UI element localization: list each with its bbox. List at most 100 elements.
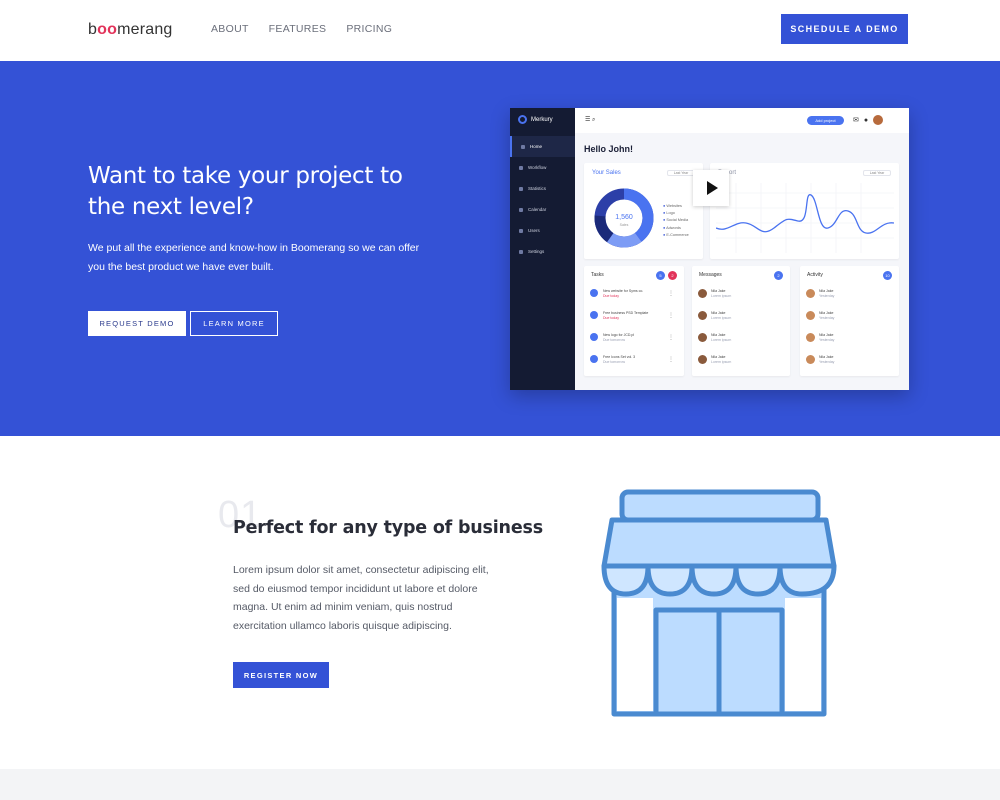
mockup-menu-home: Home (510, 136, 575, 157)
more-icon: ⋮ (668, 357, 674, 363)
mockup-menu-search-icon: ☰ ⌕ (585, 117, 596, 123)
more-icon: ⋮ (668, 291, 674, 297)
mockup-topbar-icons: ✉ ● (853, 115, 884, 125)
nav-features[interactable]: FEATURES (269, 23, 327, 35)
task-row: Free Icons Set vol. 3 Due tomorrow ⋮ (590, 354, 678, 368)
task-status-icon (590, 289, 598, 297)
request-demo-button[interactable]: REQUEST DEMO (88, 311, 186, 336)
learn-more-button[interactable]: LEARN MORE (190, 311, 278, 336)
logo-prefix: b (88, 21, 98, 38)
avatar (806, 311, 815, 320)
mockup-menu-workflow: Workflow (510, 157, 575, 178)
activity-text: Nila Jake (819, 289, 834, 293)
mockup-bell-icon: ● (863, 116, 869, 124)
avatar (698, 289, 707, 298)
play-icon (707, 181, 718, 195)
site-header: boomerang ABOUT FEATURES PRICING SCHEDUL… (0, 0, 1000, 61)
mockup-greeting: Hello John! (584, 144, 633, 154)
activity-time: Yesterday (819, 316, 835, 320)
play-video-button[interactable] (693, 170, 729, 206)
task-status-icon (590, 333, 598, 341)
sales-legend-item: E-Commerce (663, 232, 688, 239)
report-line-chart (716, 183, 894, 253)
task-meta: Due today (603, 294, 619, 298)
mockup-avatar (873, 115, 884, 125)
footer-band (0, 769, 1000, 800)
avatar (806, 289, 815, 298)
mockup-activity-card: Activity 10 Nila Jake Yesterday Nila Jake… (800, 266, 899, 376)
schedule-demo-button[interactable]: SCHEDULE A DEMO (781, 14, 908, 44)
mockup-logo-icon (518, 115, 527, 124)
task-row: New logo for JCD.pl Due tomorrow ⋮ (590, 332, 678, 346)
activity-text: Nila Jake (819, 355, 834, 359)
message-sender: Nila Jake (711, 333, 726, 337)
mockup-add-project-button: Add project (807, 116, 844, 125)
mockup-messages-card: Messages 2 Nila Jake Lorem ipsum Nila Jak… (692, 266, 790, 376)
task-status-icon (590, 311, 598, 319)
message-sender: Nila Jake (711, 355, 726, 359)
task-status-icon (590, 355, 598, 363)
logo[interactable]: boomerang (88, 21, 173, 39)
mockup-sales-card: Your Sales Last Year 1,560 Sales Website… (584, 163, 703, 259)
sales-center-label: Sales (620, 223, 629, 227)
activity-row: Nila Jake Yesterday (806, 332, 894, 346)
hero-title: Want to take your project to the next le… (88, 163, 403, 220)
message-preview: Lorem ipsum (711, 360, 732, 364)
store-icon (601, 489, 837, 717)
dashboard-mockup: Merkury Home Workflow Statistics Calenda… (510, 108, 909, 390)
mockup-menu: Home Workflow Statistics Calendar Users … (510, 136, 575, 262)
sales-legend-item: Adwords (663, 225, 689, 232)
activity-text: Nila Jake (819, 311, 834, 315)
logo-oo: oo (97, 21, 118, 38)
avatar (806, 333, 815, 342)
feature-text: Lorem ipsum dolor sit amet, consectetur … (233, 564, 489, 632)
messages-badge: 2 (774, 271, 783, 280)
nav-pricing[interactable]: PRICING (346, 23, 392, 35)
activity-time: Yesterday (819, 294, 835, 298)
sales-center-value: 1,560 (615, 214, 633, 221)
message-row: Nila Jake Lorem ipsum (698, 354, 786, 368)
task-meta: Due today (603, 316, 619, 320)
task-text: New website for Syms co. (603, 289, 644, 293)
sales-legend: Websites Logo Social Media Adwords E-Com… (663, 203, 689, 239)
message-preview: Lorem ipsum (711, 316, 732, 320)
activity-row: Nila Jake Yesterday (806, 310, 894, 324)
main-nav: ABOUT FEATURES PRICING (211, 23, 412, 35)
more-icon: ⋮ (668, 313, 674, 319)
more-icon: ⋮ (668, 335, 674, 341)
sales-legend-item: Websites (663, 203, 689, 210)
activity-time: Yesterday (819, 360, 835, 364)
sales-legend-item: Logo (663, 210, 689, 217)
message-sender: Nila Jake (711, 311, 726, 315)
report-card-dropdown: Last Year (863, 170, 891, 176)
activity-row: Nila Jake Yesterday (806, 354, 894, 368)
mockup-tasks-card: Tasks 5 2 New website for Syms co. Due to… (584, 266, 684, 376)
activity-title: Activity (807, 272, 823, 278)
tasks-title: Tasks (591, 272, 604, 278)
sales-card-dropdown: Last Year (667, 170, 695, 176)
message-preview: Lorem ipsum (711, 338, 732, 342)
task-row: New website for Syms co. Due today ⋮ (590, 288, 678, 302)
mockup-topbar: ☰ ⌕ Add project ✉ ● (575, 108, 909, 133)
activity-time: Yesterday (819, 338, 835, 342)
task-row: Free business PSD Template Due today ⋮ (590, 310, 678, 324)
logo-suffix: merang (117, 21, 173, 38)
avatar (698, 355, 707, 364)
mockup-menu-users: Users (510, 220, 575, 241)
sales-donut-chart: 1,560 Sales (594, 188, 654, 248)
task-meta: Due tomorrow (603, 360, 625, 364)
message-preview: Lorem ipsum (711, 294, 732, 298)
mockup-brand-name: Merkury (531, 116, 553, 123)
tasks-badge: 5 (656, 271, 665, 280)
message-row: Nila Jake Lorem ipsum (698, 310, 786, 324)
tasks-badge-alert: 2 (668, 271, 677, 280)
mockup-report-card: Report Last Year (710, 163, 899, 259)
activity-row: Nila Jake Yesterday (806, 288, 894, 302)
messages-title: Messages (699, 272, 722, 278)
sales-card-title: Your Sales (592, 170, 621, 176)
activity-badge: 10 (883, 271, 892, 280)
nav-about[interactable]: ABOUT (211, 23, 249, 35)
message-row: Nila Jake Lorem ipsum (698, 332, 786, 346)
message-sender: Nila Jake (711, 289, 726, 293)
register-now-button[interactable]: REGISTER NOW (233, 662, 329, 688)
